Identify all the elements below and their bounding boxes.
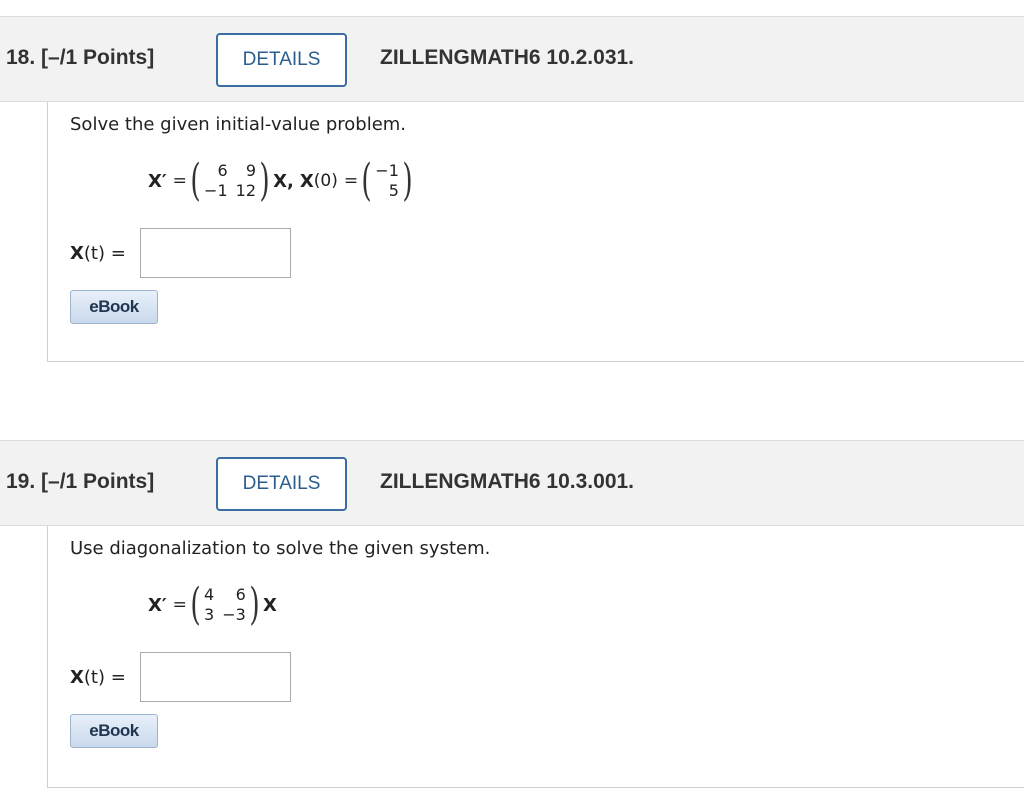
initial-condition-vector: −1 5 xyxy=(375,162,399,200)
left-paren-icon: ( xyxy=(190,155,201,206)
question-19-header: 19. [–/1 Points] DETAILS ZILLENGMATH6 10… xyxy=(0,440,1024,526)
lhs-x-prime: X′ xyxy=(148,170,167,192)
details-button[interactable]: DETAILS xyxy=(216,33,347,87)
equation: X′ = ( 4 6 3 −3 ) X xyxy=(148,574,277,636)
question-code: ZILLENGMATH6 10.2.031. xyxy=(380,46,635,69)
matrix-cell: −1 xyxy=(204,181,228,200)
rhs-x: X xyxy=(263,594,277,616)
answer-input[interactable] xyxy=(140,652,291,702)
answer-label: X(t) = xyxy=(70,243,140,264)
equals-sign: = xyxy=(172,171,187,191)
ebook-button[interactable]: eBook xyxy=(70,290,158,324)
question-prompt: Solve the given initial-value problem. xyxy=(70,114,407,135)
coefficient-matrix: 4 6 3 −3 xyxy=(204,586,246,624)
question-18-body: Solve the given initial-value problem. X… xyxy=(47,102,1024,362)
matrix-cell: 6 xyxy=(217,161,228,180)
matrix-cell: 9 xyxy=(245,161,256,180)
answer-label-arg: (t) xyxy=(83,666,105,688)
equals-sign: = xyxy=(343,171,359,191)
answer-equals: = xyxy=(110,666,126,688)
ic-x: X xyxy=(299,170,314,192)
right-paren-icon: ) xyxy=(402,155,413,206)
vector-cell: −1 xyxy=(375,161,399,180)
ebook-button[interactable]: eBook xyxy=(70,714,158,748)
ic-arg: (0) xyxy=(313,171,338,191)
right-paren-icon: ) xyxy=(259,155,270,206)
left-paren-icon: ( xyxy=(361,155,372,206)
question-number: 19. [–/1 Points] xyxy=(6,470,155,493)
matrix-cell: 4 xyxy=(204,585,215,604)
rhs-x: X, xyxy=(273,170,294,192)
equation: X′ = ( 6 9 −1 12 ) X, X (0) = ( −1 5 ) xyxy=(148,150,416,212)
vector-cell: 5 xyxy=(388,181,399,200)
answer-label-x: X xyxy=(70,242,84,264)
answer-label: X(t) = xyxy=(70,667,140,688)
question-number: 18. [–/1 Points] xyxy=(6,46,155,69)
matrix-cell: 6 xyxy=(235,585,246,604)
matrix-cell: 3 xyxy=(204,605,215,624)
matrix-cell: 12 xyxy=(235,181,256,200)
matrix-cell: −3 xyxy=(222,605,246,624)
left-paren-icon: ( xyxy=(190,579,201,630)
equals-sign: = xyxy=(172,595,187,615)
answer-row: X(t) = xyxy=(70,228,291,278)
question-19-body: Use diagonalization to solve the given s… xyxy=(47,526,1024,788)
answer-label-arg: (t) xyxy=(83,242,105,264)
lhs-x-prime: X′ xyxy=(148,594,167,616)
answer-input[interactable] xyxy=(140,228,291,278)
answer-label-x: X xyxy=(70,666,84,688)
answer-equals: = xyxy=(110,242,126,264)
coefficient-matrix: 6 9 −1 12 xyxy=(204,162,256,200)
details-button[interactable]: DETAILS xyxy=(216,457,347,511)
question-18-header: 18. [–/1 Points] DETAILS ZILLENGMATH6 10… xyxy=(0,16,1024,102)
page-top-spacer xyxy=(0,0,1024,14)
right-paren-icon: ) xyxy=(249,579,260,630)
question-code: ZILLENGMATH6 10.3.001. xyxy=(380,470,635,493)
answer-row: X(t) = xyxy=(70,652,291,702)
question-prompt: Use diagonalization to solve the given s… xyxy=(70,538,491,559)
